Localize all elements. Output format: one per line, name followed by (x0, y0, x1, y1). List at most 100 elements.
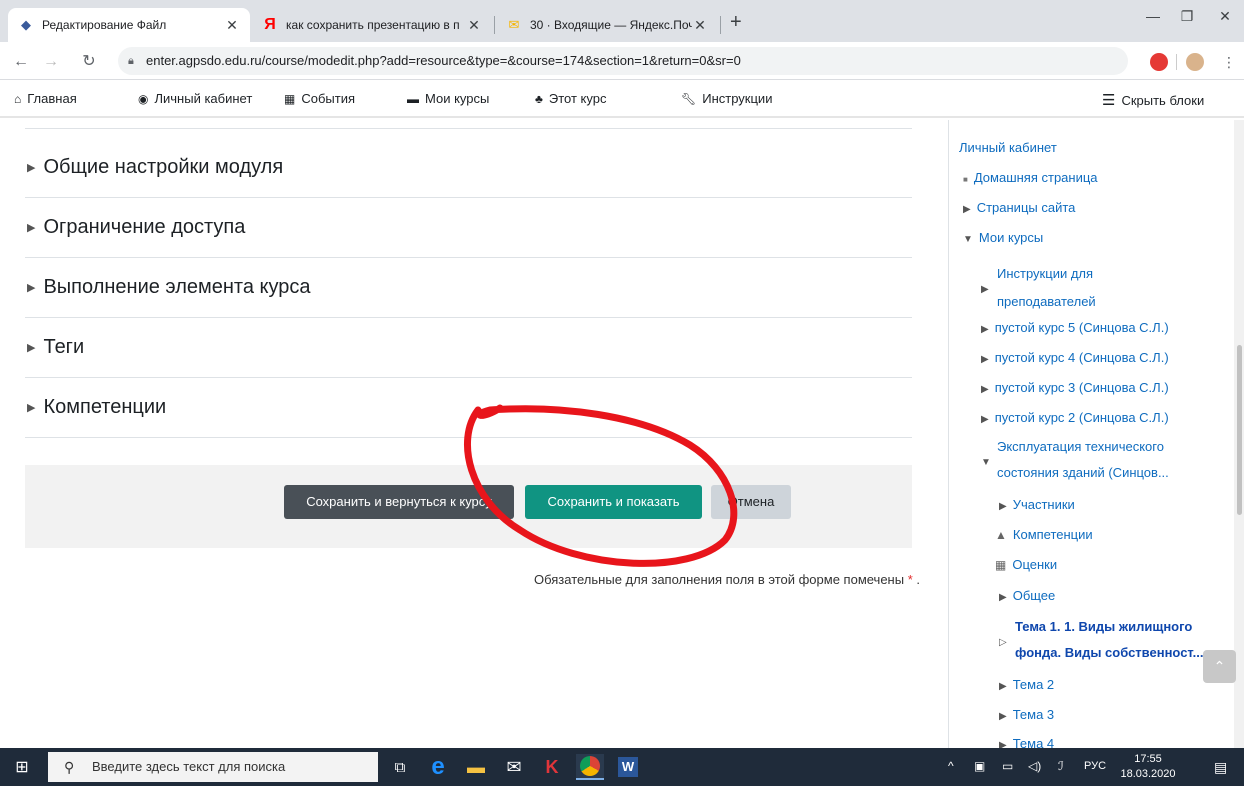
search-placeholder: Введите здесь текст для поиска (92, 759, 286, 774)
chrome-icon[interactable] (576, 754, 604, 780)
back-to-top-button[interactable]: ⌃ (1203, 650, 1236, 683)
close-window-icon[interactable]: ✕ (1210, 8, 1240, 30)
sidebar-topic-2[interactable]: ▶ Тема 2 (999, 677, 1054, 692)
hide-blocks-button[interactable]: ☰ Скрыть блоки (1102, 91, 1204, 109)
wrench-icon: 🔧︎ (681, 91, 697, 106)
word-icon[interactable]: W (614, 754, 642, 780)
tab-label: как сохранить презентацию в п (286, 18, 460, 32)
new-tab-button[interactable]: + (730, 11, 742, 34)
edge-icon[interactable]: e (424, 753, 452, 780)
nav-home[interactable]: ⌂ Главная (14, 91, 77, 106)
sidebar-course-instructions[interactable]: ▶ Инструкции для преподавателей (981, 260, 1096, 316)
nav-label: Мои курсы (425, 91, 490, 106)
sidebar-item-label: Общее (1012, 588, 1056, 603)
network-icon[interactable]: ▭ (1002, 759, 1013, 773)
url-text: enter.agpsdo.edu.ru/course/modedit.php?a… (146, 53, 741, 68)
browser-toolbar: ← → ↻ 🔒︎ enter.agpsdo.edu.ru/course/mode… (0, 42, 1244, 80)
sidebar-item-label: Тема 2 (1012, 677, 1055, 692)
sidebar-participants[interactable]: ▶ Участники (999, 497, 1075, 512)
close-icon[interactable]: ✕ (692, 17, 708, 34)
sidebar-course-2[interactable]: ▶ пустой курс 2 (Синцова С.Л.) (981, 410, 1169, 425)
task-view-icon[interactable]: ⧉ (386, 754, 414, 780)
nav-events[interactable]: ▦ События (284, 91, 355, 106)
caret-down-icon: ▼ (981, 457, 991, 468)
forward-icon[interactable]: → (40, 51, 62, 73)
nav-my-courses[interactable]: ▬ Мои курсы (407, 91, 489, 106)
profile-avatar-icon[interactable] (1186, 53, 1204, 71)
kaspersky-icon[interactable]: K (538, 754, 566, 780)
restore-icon[interactable]: ❐ (1172, 8, 1202, 30)
taskbar-search-box[interactable]: ⚲ Введите здесь текст для поиска (48, 752, 378, 782)
sidebar-grades[interactable]: ▦ Оценки (995, 557, 1057, 572)
sidebar-topic-4[interactable]: ▶ Тема 4 (999, 736, 1054, 748)
scrollbar-thumb[interactable] (1237, 345, 1242, 515)
volume-icon[interactable]: ◁) (1028, 759, 1041, 773)
sidebar-item-label: Домашняя страница (973, 170, 1098, 185)
caret-right-icon: ▶ (981, 414, 989, 425)
tab-separator (494, 16, 495, 34)
sidebar-item-label: фонда. Виды собственност... (1015, 645, 1204, 660)
mail-app-icon[interactable]: ✉ (500, 754, 528, 780)
close-icon[interactable]: ✕ (224, 17, 240, 34)
red-circle-annotation (463, 404, 738, 567)
clock-date: 18.03.2020 (1120, 768, 1176, 780)
tray-chevron-icon[interactable]: ^ (948, 759, 954, 773)
windows-taskbar: ⊞ ⚲ Введите здесь текст для поиска ⧉ e ▬… (0, 748, 1244, 786)
grades-table-icon: ▦ (995, 558, 1007, 572)
notifications-icon[interactable]: ▤ (1214, 759, 1227, 776)
tab-edit-file[interactable]: ◆ Редактирование Файл ✕ (8, 8, 250, 42)
sidebar-item-my-courses[interactable]: ▼ Мои курсы (963, 230, 1043, 245)
toolbar-divider (1176, 54, 1177, 70)
tab-yandex-mail[interactable]: ✉ 30 · Входящие — Яндекс.Почта ✕ (496, 8, 718, 42)
sidebar-item-home[interactable]: ■ Домашняя страница (963, 170, 1098, 185)
file-explorer-icon[interactable]: ▬ (462, 754, 490, 780)
tab-yandex-search[interactable]: Я как сохранить презентацию в п ✕ (252, 8, 492, 42)
address-bar[interactable]: 🔒︎ enter.agpsdo.edu.ru/course/modedit.ph… (118, 47, 1128, 75)
sidebar-topic-3[interactable]: ▶ Тема 3 (999, 707, 1054, 722)
sidebar-topic-1-current[interactable]: ▷ Тема 1. 1. Виды жилищного фонда. Виды … (999, 614, 1204, 666)
mail-icon: ✉ (508, 17, 520, 32)
moodle-navbar: ⌂ Главная ◉ Личный кабинет ▦ События ▬ Мои к… (0, 80, 1244, 118)
nav-label: Этот курс (548, 91, 607, 106)
chrome-logo (580, 756, 600, 776)
nav-instructions[interactable]: 🔧︎ Инструкции (681, 91, 772, 106)
sidebar-title[interactable]: Личный кабинет (959, 140, 1057, 155)
sidebar-course-main[interactable]: ▼ Эксплуатация технического состояния зд… (981, 434, 1169, 486)
sidebar-item-label: Эксплуатация технического (997, 439, 1164, 454)
sidebar-item-label: Участники (1012, 497, 1075, 512)
search-icon: ⚲ (64, 759, 75, 775)
adblock-icon[interactable] (1150, 53, 1168, 71)
briefcase-icon: ▬ (407, 91, 419, 106)
language-indicator[interactable]: РУС (1084, 760, 1106, 772)
sidebar-item-label: пустой курс 5 (Синцова С.Л.) (994, 320, 1169, 335)
yandex-icon: Я (264, 16, 276, 33)
windows-start-icon[interactable]: ⊞ (8, 754, 36, 780)
minimize-icon[interactable]: — (1138, 8, 1168, 30)
tab-label: 30 · Входящие — Яндекс.Почта (530, 18, 692, 32)
tab-separator (720, 16, 721, 34)
caret-right-icon: ▶ (963, 204, 971, 215)
caret-right-icon: ▶ (999, 740, 1007, 748)
sidebar-general[interactable]: ▶ Общее (999, 588, 1055, 603)
pen-icon[interactable]: ℐ (1058, 759, 1064, 773)
sidebar-competencies[interactable]: ▲ Компетенции (995, 527, 1093, 542)
caret-right-icon: ▶ (981, 354, 989, 365)
sidebar-item-label: Страницы сайта (976, 200, 1076, 215)
back-icon[interactable]: ← (10, 51, 32, 73)
tray-app-icon[interactable]: ▣ (974, 759, 985, 773)
hide-blocks-label: Скрыть блоки (1121, 92, 1205, 108)
sidebar-course-3[interactable]: ▶ пустой курс 3 (Синцова С.Л.) (981, 380, 1169, 395)
sidebar-item-site-pages[interactable]: ▶ Страницы сайта (963, 200, 1075, 215)
sidebar-course-5[interactable]: ▶ пустой курс 5 (Синцова С.Л.) (981, 320, 1169, 335)
reload-icon[interactable]: ↻ (78, 51, 100, 73)
nav-dashboard[interactable]: ◉ Личный кабинет (138, 91, 252, 106)
clock-time: 17:55 (1134, 753, 1162, 765)
menu-kebab-icon[interactable]: ⋮ (1218, 51, 1240, 73)
clock[interactable]: 17:55 18.03.2020 (1118, 752, 1178, 782)
close-icon[interactable]: ✕ (466, 17, 482, 34)
caret-right-icon: ▶ (981, 284, 989, 295)
nav-this-course[interactable]: ♣ Этот курс (535, 91, 606, 106)
caret-right-icon: ▶ (981, 324, 989, 335)
sidebar-course-4[interactable]: ▶ пустой курс 4 (Синцова С.Л.) (981, 350, 1169, 365)
nav-label: Главная (27, 91, 77, 106)
